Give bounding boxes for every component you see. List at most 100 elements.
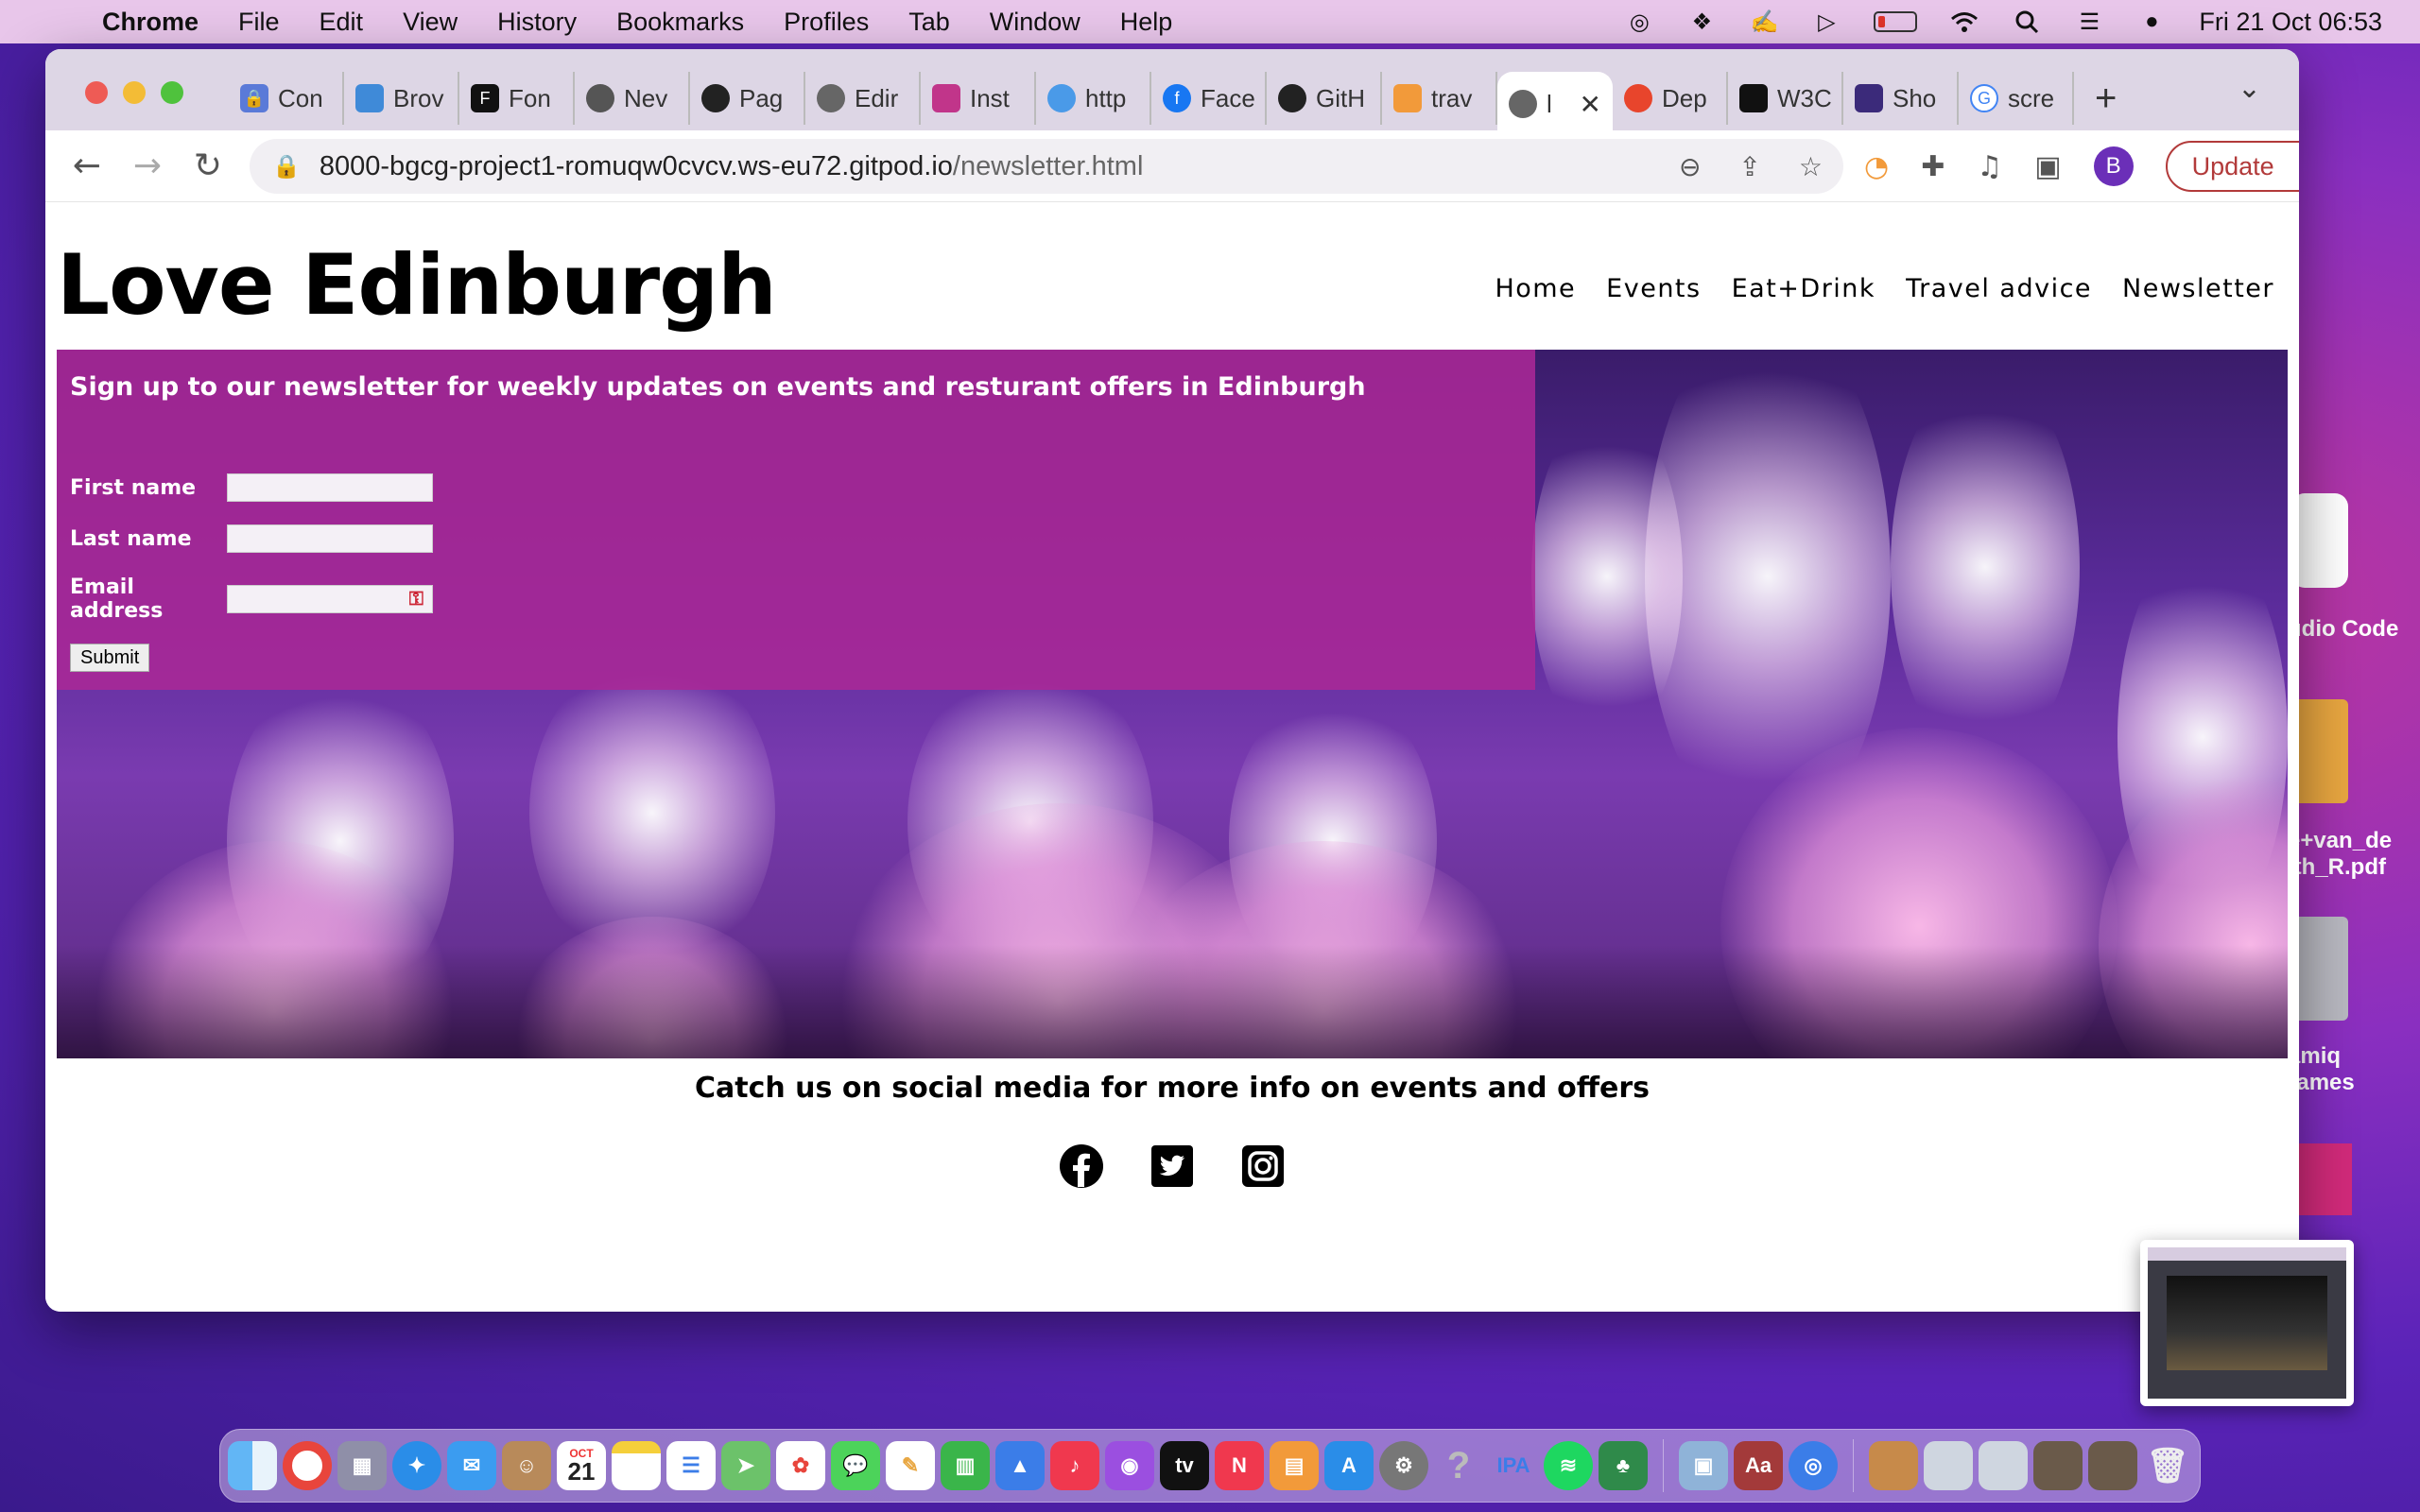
- battery-icon[interactable]: [1874, 11, 1918, 32]
- zoom-icon[interactable]: ⊖: [1679, 151, 1701, 182]
- site-title[interactable]: Love Edinburgh: [57, 236, 777, 334]
- stack-folder-icon[interactable]: [1869, 1441, 1918, 1490]
- tab[interactable]: Gscre: [1959, 72, 2074, 125]
- menu-view[interactable]: View: [403, 8, 458, 37]
- menu-bookmarks[interactable]: Bookmarks: [616, 8, 744, 37]
- books-icon[interactable]: ▤: [1270, 1441, 1319, 1490]
- maps-icon[interactable]: ➤: [721, 1441, 770, 1490]
- photo-window-icon[interactable]: [2033, 1441, 2083, 1490]
- first-name-field[interactable]: [227, 473, 433, 502]
- tree-app-icon[interactable]: ♣: [1599, 1441, 1648, 1490]
- tab[interactable]: Edir: [805, 72, 921, 125]
- tab[interactable]: GitH: [1267, 72, 1382, 125]
- mail-icon[interactable]: ✉: [447, 1441, 496, 1490]
- menu-tab[interactable]: Tab: [908, 8, 950, 37]
- tab[interactable]: Brov: [344, 72, 459, 125]
- minimize-window-button[interactable]: [123, 81, 146, 104]
- last-name-field[interactable]: [227, 524, 433, 553]
- keyboard-window-icon[interactable]: [1979, 1441, 2028, 1490]
- tab[interactable]: Dep: [1613, 72, 1728, 125]
- bookmark-star-icon[interactable]: ☆: [1799, 151, 1823, 182]
- nav-newsletter[interactable]: Newsletter: [2122, 274, 2274, 303]
- photos-icon[interactable]: ✿: [776, 1441, 825, 1490]
- podcasts-icon[interactable]: ◉: [1105, 1441, 1154, 1490]
- tab[interactable]: trav: [1382, 72, 1497, 125]
- music-icon[interactable]: ♪: [1050, 1441, 1099, 1490]
- keynote-icon[interactable]: ▲: [995, 1441, 1045, 1490]
- preview-icon[interactable]: ▣: [1679, 1441, 1728, 1490]
- calendar-icon[interactable]: OCT 21: [557, 1441, 606, 1490]
- tab[interactable]: Nev: [575, 72, 690, 125]
- close-tab-icon[interactable]: ✕: [1580, 89, 1601, 120]
- freeform-icon[interactable]: ✎: [886, 1441, 935, 1490]
- menu-edit[interactable]: Edit: [320, 8, 364, 37]
- instagram-icon[interactable]: [1240, 1143, 1286, 1189]
- password-key-icon[interactable]: ⚿: [409, 587, 424, 610]
- profile-avatar[interactable]: B: [2093, 146, 2134, 186]
- menu-window[interactable]: Window: [990, 8, 1080, 37]
- tab[interactable]: W3C: [1728, 72, 1843, 125]
- search-icon[interactable]: [2012, 9, 2042, 35]
- photo-window-icon[interactable]: [2088, 1441, 2137, 1490]
- desktop-disk-icon[interactable]: [2291, 917, 2348, 1021]
- tab[interactable]: F Fon: [459, 72, 575, 125]
- email-field[interactable]: [227, 585, 433, 613]
- lock-icon[interactable]: 🔒: [272, 153, 301, 180]
- menu-history[interactable]: History: [497, 8, 577, 37]
- desktop-vscode-icon[interactable]: [2291, 493, 2348, 588]
- nav-eat-drink[interactable]: Eat+Drink: [1732, 274, 1876, 303]
- play-icon[interactable]: ▷: [1811, 9, 1841, 35]
- close-window-button[interactable]: [85, 81, 108, 104]
- numbers-icon[interactable]: ▥: [941, 1441, 990, 1490]
- control-center-icon[interactable]: ☰: [2074, 9, 2104, 35]
- address-bar[interactable]: 🔒 8000-bgcg-project1-romuqw0cvcv.ws-eu72…: [250, 139, 1843, 194]
- menu-help[interactable]: Help: [1120, 8, 1173, 37]
- help-icon[interactable]: ?: [1434, 1441, 1483, 1490]
- menu-file[interactable]: File: [238, 8, 280, 37]
- share-icon[interactable]: ⇪: [1738, 151, 1760, 182]
- siri-icon[interactable]: ●: [2136, 9, 2167, 35]
- tab[interactable]: f Face: [1151, 72, 1267, 125]
- contacts-icon[interactable]: ☺: [502, 1441, 551, 1490]
- launchpad-icon[interactable]: ▦: [337, 1441, 387, 1490]
- menu-profiles[interactable]: Profiles: [784, 8, 869, 37]
- tab[interactable]: Inst: [921, 72, 1036, 125]
- zoom-window-button[interactable]: [161, 81, 183, 104]
- wifi-icon[interactable]: [1949, 9, 1979, 35]
- notes-icon[interactable]: [612, 1441, 661, 1490]
- menu-app-name[interactable]: Chrome: [102, 8, 199, 37]
- news-icon[interactable]: N: [1215, 1441, 1264, 1490]
- chrome-icon[interactable]: [283, 1441, 332, 1490]
- scribble-icon[interactable]: ✍: [1749, 9, 1779, 35]
- finder-icon[interactable]: [228, 1441, 277, 1490]
- twitter-icon[interactable]: [1150, 1143, 1195, 1189]
- app-store-icon[interactable]: A: [1324, 1441, 1374, 1490]
- reload-icon[interactable]: ↻: [183, 146, 233, 185]
- ipa-app-icon[interactable]: IPA: [1489, 1441, 1538, 1490]
- spotify-icon[interactable]: ≋: [1544, 1441, 1593, 1490]
- safari-icon[interactable]: ✦: [392, 1441, 441, 1490]
- reminders-icon[interactable]: ☰: [666, 1441, 716, 1490]
- menu-clock[interactable]: Fri 21 Oct 06:53: [2199, 8, 2382, 37]
- apple-tv-icon[interactable]: tv: [1160, 1441, 1209, 1490]
- tab-active[interactable]: l ✕: [1497, 72, 1613, 136]
- desktop-pdf-icon[interactable]: [2291, 699, 2348, 803]
- media-playlist-icon[interactable]: ♫: [1977, 150, 2002, 183]
- dropbox-icon[interactable]: ❖: [1686, 9, 1717, 35]
- keyboard-window-icon[interactable]: [1924, 1441, 1973, 1490]
- back-arrow-icon[interactable]: ←: [62, 146, 112, 185]
- nav-home[interactable]: Home: [1495, 274, 1576, 303]
- extensions-puzzle-icon[interactable]: ✚: [1921, 150, 1945, 183]
- system-settings-icon[interactable]: ⚙: [1379, 1441, 1428, 1490]
- tab[interactable]: Pag: [690, 72, 805, 125]
- activity-icon[interactable]: ◎: [1789, 1441, 1838, 1490]
- side-panel-icon[interactable]: ▣: [2034, 150, 2061, 183]
- messages-icon[interactable]: 💬: [831, 1441, 880, 1490]
- dictionary-icon[interactable]: Aa: [1734, 1441, 1783, 1490]
- nav-events[interactable]: Events: [1606, 274, 1701, 303]
- nav-travel-advice[interactable]: Travel advice: [1906, 274, 2092, 303]
- grammarly-icon[interactable]: ◔: [1864, 150, 1889, 183]
- new-tab-button[interactable]: +: [2095, 77, 2117, 120]
- submit-button[interactable]: Submit: [70, 644, 150, 672]
- sync-icon[interactable]: ◎: [1624, 9, 1654, 35]
